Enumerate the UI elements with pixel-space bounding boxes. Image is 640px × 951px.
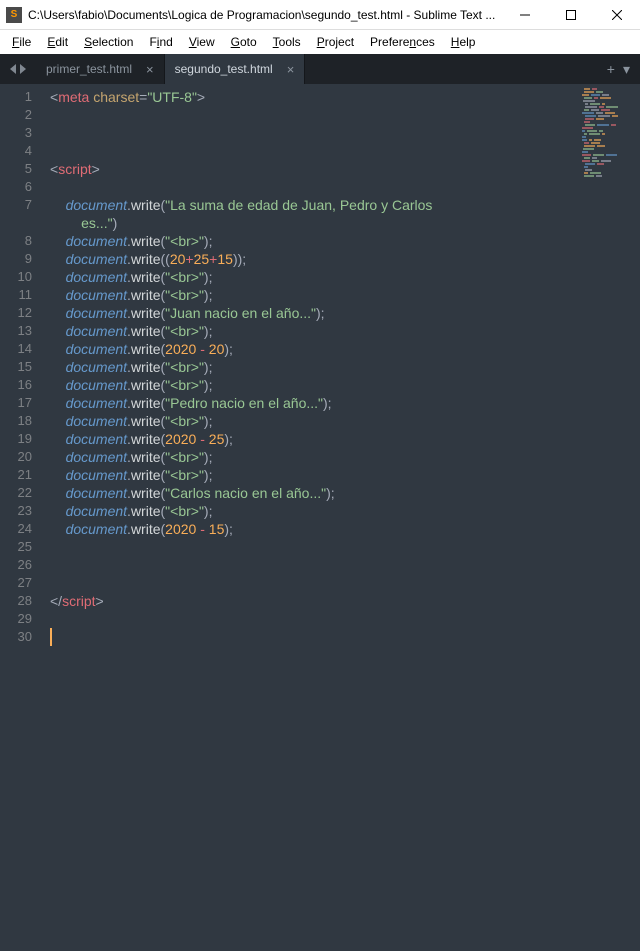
menu-item[interactable]: Project [309,33,362,51]
line-number: 11 [4,286,32,304]
new-tab-button[interactable]: + [607,61,615,77]
minimize-button[interactable] [502,0,548,30]
minimize-icon [520,10,530,20]
tab-close-icon[interactable]: × [146,62,154,77]
tab-label: segundo_test.html [175,62,273,76]
tab[interactable]: segundo_test.html × [165,54,306,84]
line-number: 16 [4,376,32,394]
titlebar: S C:\Users\fabio\Documents\Logica de Pro… [0,0,640,30]
line-number: 6 [4,178,32,196]
menu-item[interactable]: Tools [265,33,309,51]
code-line[interactable]: document.write("Carlos nacio en el año..… [50,484,636,502]
maximize-icon [566,10,576,20]
line-number: 24 [4,520,32,538]
line-number: 8 [4,232,32,250]
code-line[interactable]: document.write("<br>"); [50,286,636,304]
line-number: 26 [4,556,32,574]
tab[interactable]: primer_test.html × [36,54,165,84]
code-line[interactable]: document.write("<br>"); [50,502,636,520]
line-number: 9 [4,250,32,268]
line-number: 13 [4,322,32,340]
menu-item[interactable]: File [4,33,39,51]
code-line[interactable] [50,124,636,142]
code-line[interactable]: document.write("La suma de edad de Juan,… [50,196,636,214]
code-line[interactable] [50,610,636,628]
code-line[interactable]: document.write(2020 - 20); [50,340,636,358]
code-line[interactable] [50,538,636,556]
menu-item[interactable]: View [181,33,223,51]
line-number: 20 [4,448,32,466]
line-number: 10 [4,268,32,286]
line-number: 19 [4,430,32,448]
arrow-left-icon [10,64,16,74]
tab-label: primer_test.html [46,62,132,76]
code-line[interactable] [50,142,636,160]
maximize-button[interactable] [548,0,594,30]
line-number: 12 [4,304,32,322]
app-icon: S [6,7,22,23]
editor[interactable]: 1234567891011121314151617181920212223242… [0,84,640,951]
code-line[interactable]: document.write("<br>"); [50,232,636,250]
menu-item[interactable]: Find [141,33,180,51]
code-line[interactable]: <script> [50,160,636,178]
line-number: 4 [4,142,32,160]
line-number: 28 [4,592,32,610]
code-line[interactable]: document.write(2020 - 25); [50,430,636,448]
line-number: 17 [4,394,32,412]
menu-item[interactable]: Help [443,33,484,51]
code-line[interactable]: document.write("<br>"); [50,268,636,286]
line-number: 15 [4,358,32,376]
code-line[interactable]: es...") [50,214,636,232]
code-line[interactable] [50,574,636,592]
code-area[interactable]: <meta charset="UTF-8"> <script> document.… [40,84,640,951]
window-title: C:\Users\fabio\Documents\Logica de Progr… [28,8,502,22]
line-number: 27 [4,574,32,592]
tab-history[interactable] [0,54,36,84]
tab-controls[interactable]: + ▾ [597,54,640,84]
code-line[interactable]: document.write("<br>"); [50,466,636,484]
close-icon [612,10,622,20]
line-number: 5 [4,160,32,178]
line-number: 3 [4,124,32,142]
code-line[interactable] [50,106,636,124]
menu-item[interactable]: Goto [223,33,265,51]
menubar: FileEditSelectionFindViewGotoToolsProjec… [0,30,640,54]
code-line[interactable]: document.write(2020 - 15); [50,520,636,538]
menu-item[interactable]: Selection [76,33,141,51]
tabstrip: primer_test.html × segundo_test.html × + ▾ [0,54,640,84]
line-number [4,214,32,232]
code-line[interactable]: document.write("<br>"); [50,448,636,466]
code-line[interactable]: document.write((20+25+15)); [50,250,636,268]
line-number: 23 [4,502,32,520]
code-line[interactable] [50,556,636,574]
line-number: 18 [4,412,32,430]
code-line[interactable] [50,178,636,196]
line-number: 25 [4,538,32,556]
line-number: 29 [4,610,32,628]
code-line[interactable]: </script> [50,592,636,610]
line-number: 7 [4,196,32,214]
line-number: 22 [4,484,32,502]
line-number: 21 [4,466,32,484]
line-number: 1 [4,88,32,106]
close-button[interactable] [594,0,640,30]
text-cursor [50,628,52,646]
arrow-right-icon [20,64,26,74]
line-number: 14 [4,340,32,358]
code-line[interactable] [50,628,636,646]
code-line[interactable]: document.write("<br>"); [50,376,636,394]
code-line[interactable]: document.write("<br>"); [50,322,636,340]
code-line[interactable]: document.write("<br>"); [50,358,636,376]
menu-item[interactable]: Preferences [362,33,443,51]
tab-dropdown-button[interactable]: ▾ [623,61,630,78]
menu-item[interactable]: Edit [39,33,76,51]
code-line[interactable]: <meta charset="UTF-8"> [50,88,636,106]
tab-close-icon[interactable]: × [287,62,295,77]
line-gutter: 1234567891011121314151617181920212223242… [0,84,40,951]
line-number: 30 [4,628,32,646]
code-line[interactable]: document.write("Pedro nacio en el año...… [50,394,636,412]
code-line[interactable]: document.write("<br>"); [50,412,636,430]
line-number: 2 [4,106,32,124]
code-line[interactable]: document.write("Juan nacio en el año..."… [50,304,636,322]
